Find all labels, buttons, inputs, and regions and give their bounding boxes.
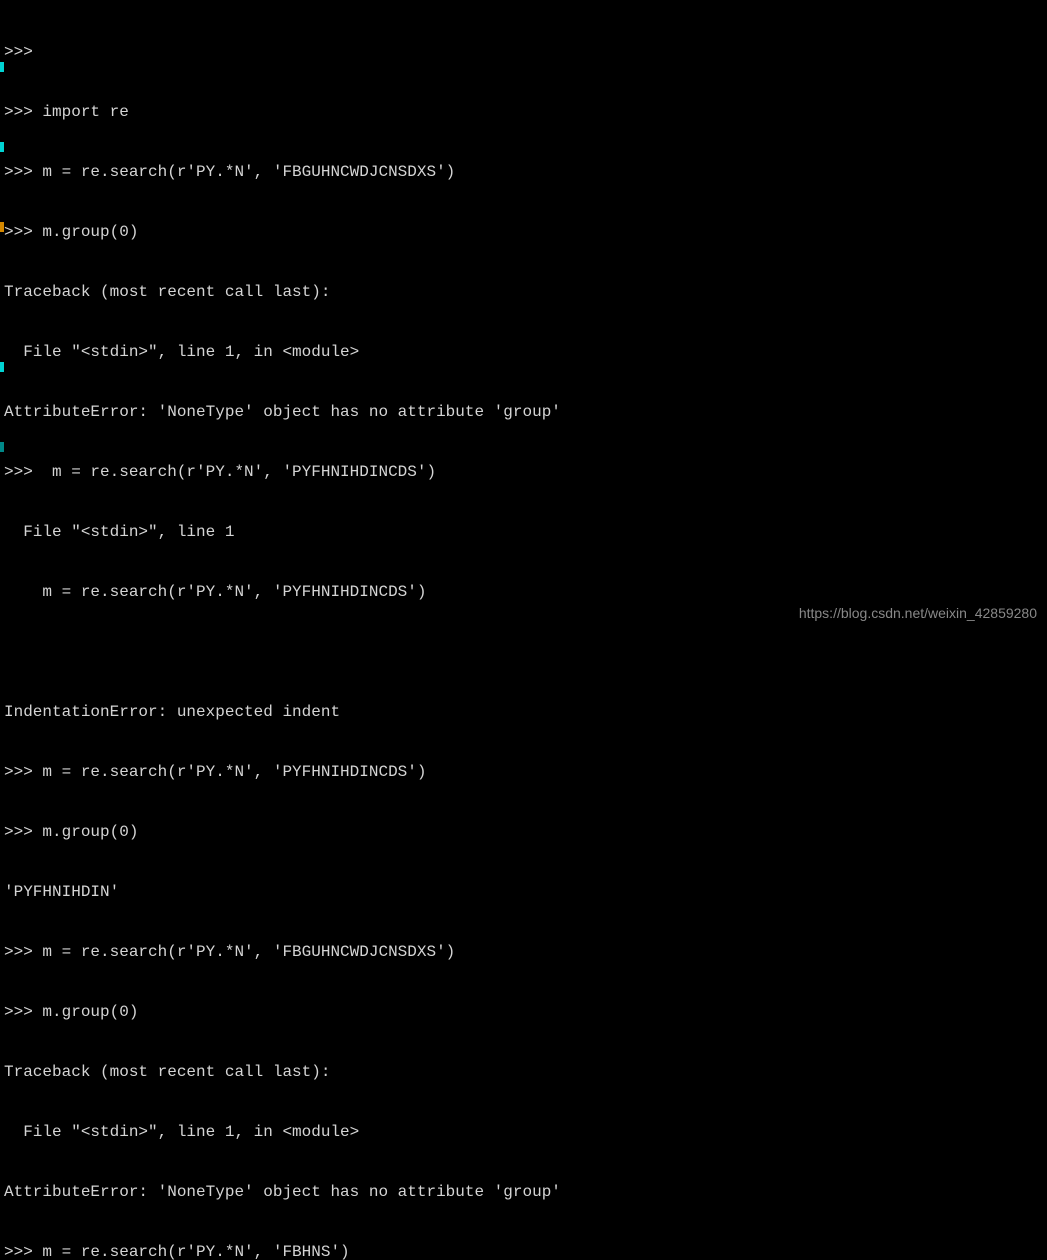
terminal-line: AttributeError: 'NoneType' object has no… — [4, 1182, 1043, 1202]
terminal-line: AttributeError: 'NoneType' object has no… — [4, 402, 1043, 422]
terminal-line: 'PYFHNIHDIN' — [4, 882, 1043, 902]
terminal-line: >>> — [4, 42, 1043, 62]
terminal-line: >>> m = re.search(r'PY.*N', 'FBHNS') — [4, 1242, 1043, 1260]
watermark: https://blog.csdn.net/weixin_42859280 — [799, 605, 1037, 623]
terminal-line: File "<stdin>", line 1, in <module> — [4, 342, 1043, 362]
terminal-line: File "<stdin>", line 1 — [4, 522, 1043, 542]
terminal-line: >>> m = re.search(r'PY.*N', 'FBGUHNCWDJC… — [4, 162, 1043, 182]
terminal-line: Traceback (most recent call last): — [4, 282, 1043, 302]
terminal-line: m = re.search(r'PY.*N', 'PYFHNIHDINCDS') — [4, 582, 1043, 602]
terminal-line: >>> m = re.search(r'PY.*N', 'PYFHNIHDINC… — [4, 762, 1043, 782]
terminal-line: IndentationError: unexpected indent — [4, 702, 1043, 722]
terminal-line: >>> m = re.search(r'PY.*N', 'PYFHNIHDINC… — [4, 462, 1043, 482]
terminal-line: >>> m.group(0) — [4, 822, 1043, 842]
terminal-line — [4, 642, 1043, 662]
terminal-line: >>> import re — [4, 102, 1043, 122]
terminal-line: >>> m.group(0) — [4, 222, 1043, 242]
terminal-line: >>> m = re.search(r'PY.*N', 'FBGUHNCWDJC… — [4, 942, 1043, 962]
terminal-line: File "<stdin>", line 1, in <module> — [4, 1122, 1043, 1142]
terminal-output[interactable]: >>> >>> import re >>> m = re.search(r'PY… — [0, 0, 1047, 1260]
terminal-line: >>> m.group(0) — [4, 1002, 1043, 1022]
terminal-line: Traceback (most recent call last): — [4, 1062, 1043, 1082]
